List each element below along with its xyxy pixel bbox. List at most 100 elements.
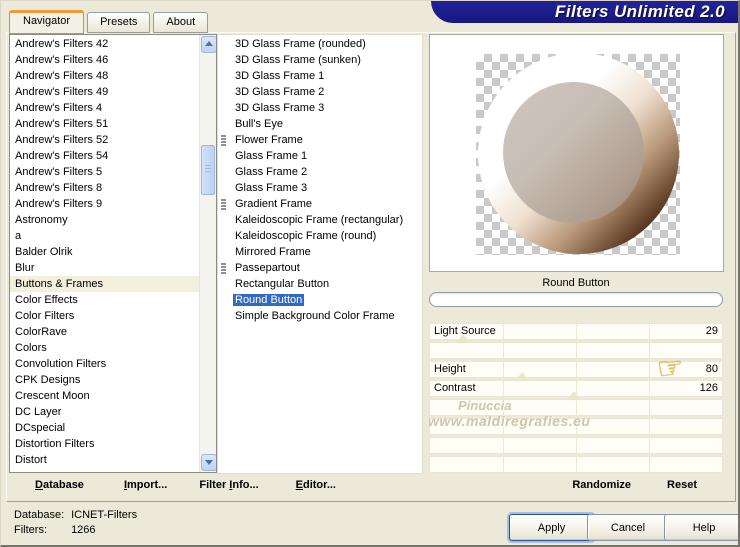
category-list-item[interactable]: Blur [10,260,200,276]
category-list-item[interactable]: Andrew's Filters 5 [10,164,200,180]
filter-item-label: Glass Frame 2 [235,166,308,178]
category-scrollbar[interactable] [199,35,216,472]
tab-navigator[interactable]: Navigator [9,10,85,34]
category-list-item[interactable]: Andrew's Filters 42 [10,36,200,52]
filter-list-item[interactable]: Passepartout [218,260,422,276]
scrollbar-thumb[interactable] [201,145,215,195]
slider-thumb[interactable] [514,372,529,381]
toolbar-label-key: E [295,478,303,491]
tab-about[interactable]: About [153,12,209,33]
filter-item-label: Kaleidoscopic Frame (rectangular) [235,214,404,226]
filter-item-label: Rectangular Button [235,278,330,290]
scroll-up-button[interactable] [201,36,216,53]
category-list-item[interactable]: a [10,228,200,244]
filters-value: 1266 [71,524,96,536]
preview-pane[interactable] [429,34,724,272]
filter-list-item[interactable]: Round Button [218,292,422,308]
filter-item-label: Glass Frame 1 [235,150,308,162]
import-button[interactable]: Import... [124,479,167,491]
category-list-item[interactable]: Buttons & Frames [10,276,200,292]
help-button[interactable]: Help [664,514,738,541]
category-list-item[interactable]: Convolution Filters [10,356,200,372]
filter-list-item[interactable]: 3D Glass Frame 3 [218,100,422,116]
cancel-button[interactable]: Cancel [587,514,669,541]
category-list-item[interactable]: Balder Olrik [10,244,200,260]
tick-mark [503,324,504,339]
category-list-item[interactable]: Crescent Moon [10,388,200,404]
tick-mark [576,438,577,453]
preview-round-button-inner [503,82,644,223]
category-list-item[interactable]: Andrew's Filters 4 [10,100,200,116]
filter-list-item[interactable]: Flower Frame [218,132,422,148]
filter-list-item[interactable]: 3D Glass Frame 1 [218,68,422,84]
category-list-item[interactable]: Andrew's Filters 54 [10,148,200,164]
database-button[interactable]: Database [35,479,84,491]
category-list-item[interactable]: Color Filters [10,308,200,324]
category-list-item[interactable]: DC Layer [10,404,200,420]
filter-list-item[interactable]: 3D Glass Frame (rounded) [218,36,422,52]
filter-info-button[interactable]: Filter Info... [199,479,258,491]
toolbar-label-pre: Reset [667,478,697,491]
filter-list-item[interactable]: 3D Glass Frame 2 [218,84,422,100]
slider-value: 126 [699,382,718,394]
category-list-item[interactable]: Andrew's Filters 52 [10,132,200,148]
filter-item-label: Bull's Eye [235,118,283,130]
filter-list-item[interactable]: Mirrored Frame [218,244,422,260]
selected-filter-caption: Round Button [542,277,610,289]
category-listbox[interactable]: Andrew's Filters 42 Andrew's Filters 46 An… [9,34,217,473]
filter-item-label: 3D Glass Frame 3 [235,102,325,114]
scroll-down-button[interactable] [201,454,216,471]
status-filters-row: Filters: 1266 [14,523,137,538]
filter-list-item[interactable]: 3D Glass Frame (sunken) [218,52,422,68]
category-list-item[interactable]: Andrew's Filters 8 [10,180,200,196]
category-list-item[interactable]: Andrew's Filters 46 [10,52,200,68]
tick-mark [649,438,650,453]
apply-button[interactable]: Apply [509,514,594,541]
tick-mark [649,343,650,358]
category-list-item[interactable]: Astronomy [10,212,200,228]
filter-list-item[interactable]: Glass Frame 3 [218,180,422,196]
category-list-item[interactable]: Andrew's Filters 9 [10,196,200,212]
toolbar-label-post: mport... [127,478,168,491]
category-list-item[interactable]: Distort [10,452,200,468]
category-list-item[interactable]: Andrew's Filters 51 [10,116,200,132]
editor-button[interactable]: Editor... [296,479,336,491]
grip-icon [221,199,226,210]
slider-row-empty [429,437,723,454]
tab-presets[interactable]: Presets [87,12,151,33]
slider-thumb[interactable] [567,391,582,400]
filter-list-item[interactable]: Glass Frame 1 [218,148,422,164]
status-area: Database: ICNET-Filters Filters: 1266 [14,508,137,538]
app-title: Filters Unlimited 2.0 [555,2,725,21]
category-list-item[interactable]: ColorRave [10,324,200,340]
category-list-item[interactable]: CPK Designs [10,372,200,388]
filters-unlimited-window: Filters Unlimited 2.0 Navigator Presets Ab… [0,0,740,547]
category-list-item[interactable]: Distortion Filters [10,436,200,452]
reset-button[interactable]: Reset [667,479,697,491]
filter-list-item[interactable]: Glass Frame 2 [218,164,422,180]
tick-mark [576,324,577,339]
tick-mark [649,457,650,472]
bottom-toolbar: Database Import... Filter Info... Editor...… [9,471,733,498]
toolbar-label-post: ditor... [302,478,336,491]
slider-thumb[interactable] [456,334,471,343]
category-list-item[interactable]: DCspecial [10,420,200,436]
tab-bar: Navigator Presets About [9,10,211,34]
filter-list-item[interactable]: Simple Background Color Frame [218,308,422,324]
filter-list-item[interactable]: Rectangular Button [218,276,422,292]
tick-mark [649,400,650,415]
tick-mark [649,324,650,339]
filter-list-item[interactable]: Kaleidoscopic Frame (rectangular) [218,212,422,228]
slider-label: Height [434,363,466,375]
chevron-down-icon [205,460,213,465]
category-list-item[interactable]: Andrew's Filters 49 [10,84,200,100]
category-list-item[interactable]: Andrew's Filters 48 [10,68,200,84]
randomize-button[interactable]: Randomize [572,479,631,491]
filter-list-item[interactable]: Kaleidoscopic Frame (round) [218,228,422,244]
category-list-item[interactable]: Colors [10,340,200,356]
slider-row[interactable]: Light Source 29 [429,323,723,343]
filter-list-item[interactable]: Bull's Eye [218,116,422,132]
filter-list-item[interactable]: Gradient Frame [218,196,422,212]
filter-listbox[interactable]: 3D Glass Frame (rounded) 3D Glass Frame (… [217,34,423,474]
category-list-item[interactable]: Color Effects [10,292,200,308]
